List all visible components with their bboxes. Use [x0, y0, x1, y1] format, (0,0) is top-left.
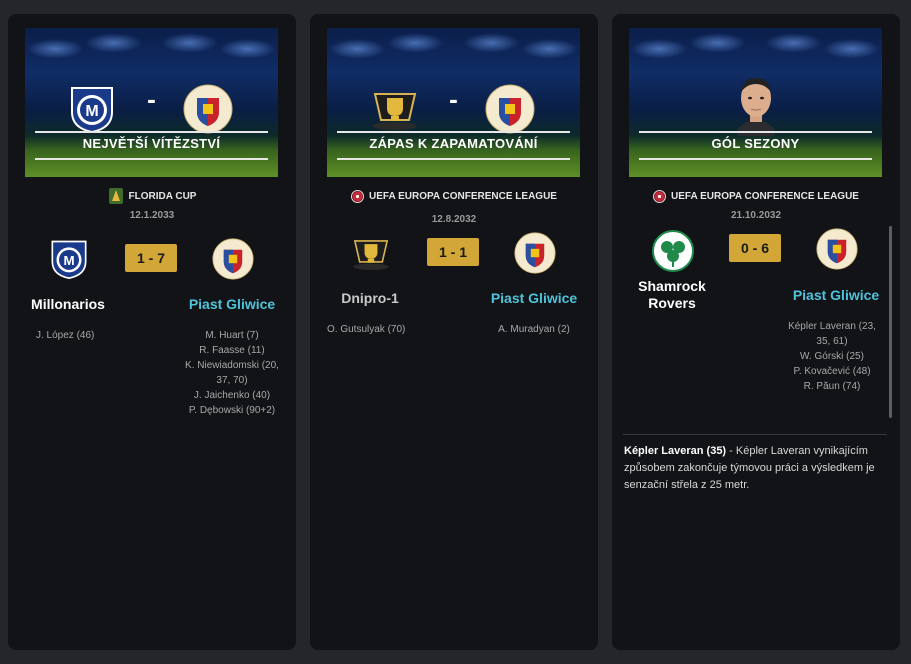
home-team-name-line: Rovers	[648, 295, 696, 311]
shamrock-rovers-crest-icon[interactable]	[652, 230, 694, 272]
home-team-name[interactable]: Shamrock Rovers	[622, 278, 722, 312]
away-team-name[interactable]: Piast Gliwice	[780, 287, 892, 303]
banner-title: ZÁPAS K ZAPAMATOVÁNÍ	[369, 136, 538, 151]
match-date: 12.1.2033	[129, 210, 175, 221]
home-team-name-line: Shamrock	[638, 278, 706, 294]
scorer: J. Jaichenko (40)	[193, 390, 271, 401]
scorer: R. Păun (74)	[803, 381, 861, 392]
goal-scorer[interactable]: Képler Laveran (35)	[624, 445, 726, 457]
away-scorers: A. Muradyan (2)	[476, 322, 592, 337]
card-memorable-match[interactable]: - ZÁPAS K ZAPAMATOVÁNÍ UEFA EUROPA CONFE…	[310, 14, 598, 650]
banner-line	[337, 158, 570, 160]
scrollbar[interactable]	[889, 226, 892, 418]
uefa-logo-icon	[351, 190, 364, 203]
dnipro-1-crest-icon	[373, 93, 417, 130]
banner-title: GÓL SEZONY	[711, 136, 800, 151]
away-team-name[interactable]: Piast Gliwice	[478, 290, 590, 306]
millonarios-crest-icon[interactable]: M	[49, 238, 89, 280]
competition-name: FLORIDA CUP	[128, 190, 197, 202]
home-scorers: J. López (46)	[36, 328, 94, 343]
competition[interactable]: UEFA EUROPA CONFERENCE LEAGUE	[612, 190, 900, 203]
competition-name: UEFA EUROPA CONFERENCE LEAGUE	[369, 191, 557, 202]
scorer: O. Gutsulyak (70)	[327, 324, 406, 335]
piast-gliwice-crest-icon[interactable]	[212, 238, 254, 280]
player-face-icon	[737, 78, 775, 136]
piast-gliwice-crest-icon	[485, 84, 535, 134]
competition[interactable]: FLORIDA CUP	[8, 187, 296, 205]
score-badge[interactable]: 1 - 7	[125, 244, 177, 272]
scorer: R. Faasse (11)	[199, 345, 265, 356]
away-scorers: Képler Laveran (23, 35, 61) W. Górski (2…	[774, 319, 890, 394]
match-date: 21.10.2032	[730, 210, 782, 221]
banner: - ZÁPAS K ZAPAMATOVÁNÍ	[327, 28, 580, 177]
divider	[623, 434, 887, 435]
banner-line	[639, 131, 872, 133]
scorer: Képler Laveran (23,	[788, 321, 876, 332]
svg-text:M: M	[85, 103, 98, 120]
score-badge[interactable]: 1 - 1	[427, 238, 479, 266]
versus-dash: -	[147, 84, 156, 114]
florida-cup-logo-icon	[108, 188, 123, 204]
card-goal-of-season[interactable]: GÓL SEZONY UEFA EUROPA CONFERENCE LEAGUE…	[612, 14, 900, 650]
scorer: P. Dębowski (90+2)	[188, 405, 276, 416]
card-biggest-win[interactable]: M - NEJVĚTŠÍ VÍTĚZSTVÍ FLORIDA CUP 12.1.…	[8, 14, 296, 650]
home-scorers: O. Gutsulyak (70)	[327, 322, 405, 337]
home-team-name[interactable]: Millonarios	[18, 296, 118, 312]
piast-gliwice-crest-icon[interactable]	[514, 232, 556, 274]
svg-text:M: M	[63, 253, 74, 268]
banner-line	[35, 158, 268, 160]
dnipro-1-crest-icon[interactable]	[350, 234, 392, 272]
scorer: W. Górski (25)	[800, 351, 864, 362]
scorer: A. Muradyan (2)	[498, 324, 570, 335]
match-date: 12.8.2032	[431, 214, 477, 225]
scorer: P. Kovačević (48)	[793, 366, 871, 377]
scorer: K. Niewiadomski (20,	[185, 360, 279, 371]
uefa-logo-icon	[653, 190, 666, 203]
banner: M - NEJVĚTŠÍ VÍTĚZSTVÍ	[25, 28, 278, 177]
banner-title: NEJVĚTŠÍ VÍTĚZSTVÍ	[82, 136, 221, 151]
millonarios-crest-icon: M	[71, 87, 113, 134]
scorer: J. López (46)	[36, 330, 95, 341]
scorer: 35, 61)	[816, 336, 848, 347]
scorer: M. Huart (7)	[205, 330, 259, 341]
score-badge[interactable]: 0 - 6	[729, 234, 781, 262]
banner-line	[337, 131, 570, 133]
competition-name: UEFA EUROPA CONFERENCE LEAGUE	[671, 191, 859, 202]
scorer: 37, 70)	[216, 375, 248, 386]
piast-gliwice-crest-icon	[183, 84, 233, 134]
banner-line	[35, 131, 268, 133]
home-team-name[interactable]: Dnipro-1	[320, 290, 420, 306]
competition[interactable]: UEFA EUROPA CONFERENCE LEAGUE	[310, 190, 598, 203]
piast-gliwice-crest-icon[interactable]	[816, 228, 858, 270]
banner: GÓL SEZONY	[629, 28, 882, 177]
away-scorers: M. Huart (7) R. Faasse (11) K. Niewiadom…	[174, 328, 290, 418]
versus-dash: -	[449, 84, 458, 114]
away-team-name[interactable]: Piast Gliwice	[176, 296, 288, 312]
banner-line	[639, 158, 872, 160]
goal-description: Képler Laveran (35) - Képler Laveran vyn…	[624, 443, 889, 494]
